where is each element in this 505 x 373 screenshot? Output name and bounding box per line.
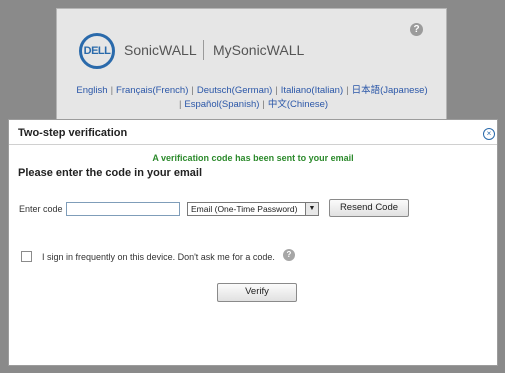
separator: |	[178, 99, 182, 110]
status-message: A verification code has been sent to you…	[152, 153, 354, 163]
two-step-verification-dialog: Two-step verification × A verification c…	[8, 119, 498, 366]
separator: |	[191, 85, 194, 96]
remember-device-checkbox[interactable]	[21, 251, 32, 262]
separator: |	[262, 99, 265, 110]
dialog-title: Two-step verification	[18, 127, 128, 139]
mysonicwall-brand: MySonicWALL	[213, 42, 305, 58]
verify-button[interactable]: Verify	[217, 283, 297, 302]
language-link-english[interactable]: English	[76, 85, 107, 96]
language-link-spanish[interactable]: Español(Spanish)	[184, 99, 259, 110]
sonicwall-brand: SonicWALL	[124, 42, 197, 58]
language-link-italian[interactable]: Italiano(Italian)	[281, 85, 343, 96]
remember-device-label: I sign in frequently on this device. Don…	[42, 252, 275, 262]
language-link-french[interactable]: Français(French)	[116, 85, 188, 96]
language-link-chinese[interactable]: 中文(Chinese)	[268, 99, 328, 110]
separator: |	[346, 85, 349, 96]
dell-logo: DELL	[79, 33, 115, 69]
code-label: Enter code	[19, 204, 63, 214]
resend-code-button[interactable]: Resend Code	[329, 199, 409, 217]
language-link-german[interactable]: Deutsch(German)	[197, 85, 273, 96]
close-icon[interactable]: ×	[483, 128, 495, 140]
instructions-heading: Please enter the code in your email	[18, 167, 203, 179]
chevron-down-icon[interactable]: ▼	[305, 203, 318, 215]
delivery-method-value: Email (One-Time Password)	[191, 204, 298, 214]
help-icon[interactable]: ?	[410, 23, 423, 36]
delivery-method-select[interactable]: Email (One-Time Password) ▼	[187, 202, 319, 216]
title-divider	[9, 144, 497, 145]
separator: |	[275, 85, 278, 96]
help-icon[interactable]: ?	[283, 249, 295, 261]
language-link-japanese[interactable]: 日本語(Japanese)	[352, 85, 428, 96]
separator: |	[110, 85, 114, 96]
code-input[interactable]	[66, 202, 180, 216]
language-links: English | Français(French) | Deutsch(German)…	[67, 84, 437, 112]
brand-divider	[203, 40, 204, 60]
